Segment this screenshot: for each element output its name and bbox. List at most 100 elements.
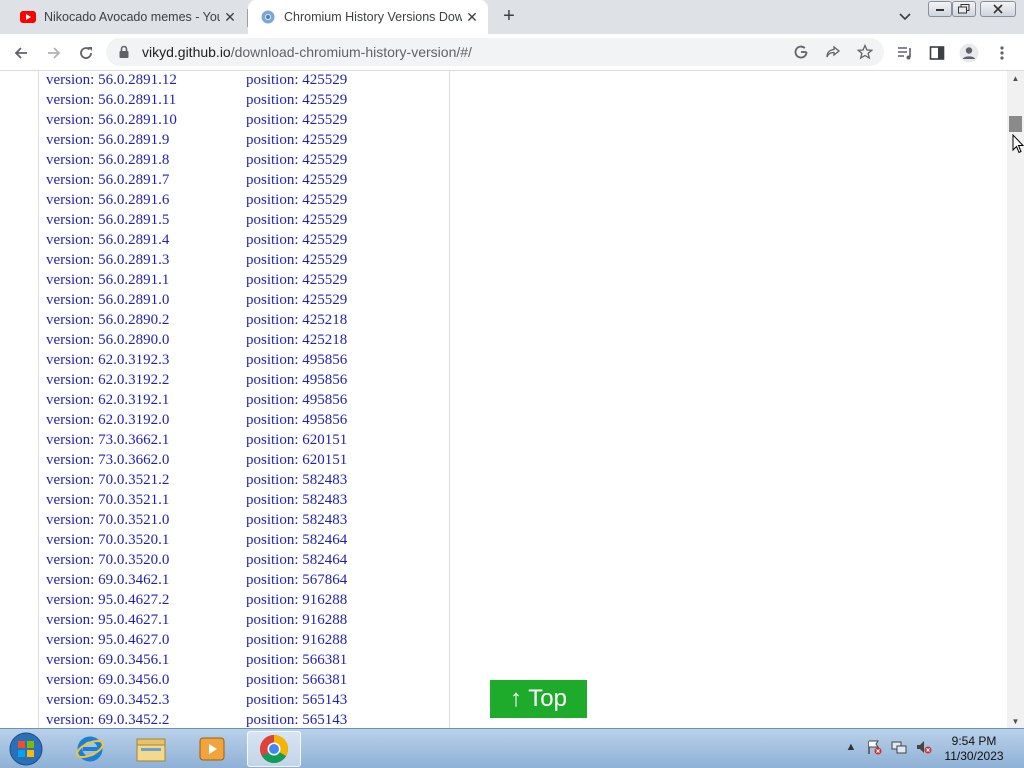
- version-link[interactable]: version: 69.0.3456.0: [46, 672, 169, 689]
- media-control-icon[interactable]: [892, 40, 918, 66]
- position-link[interactable]: position: 620151: [246, 432, 347, 449]
- address-bar[interactable]: vikyd.github.io/download-chromium-histor…: [106, 38, 884, 66]
- version-link[interactable]: version: 62.0.3192.0: [46, 412, 169, 429]
- chevron-down-icon[interactable]: [895, 7, 915, 27]
- version-link[interactable]: version: 70.0.3520.1: [46, 532, 169, 549]
- position-link[interactable]: position: 565143: [246, 712, 347, 728]
- version-link[interactable]: version: 95.0.4627.1: [46, 612, 169, 629]
- scroll-up-arrow-icon[interactable]: ▲: [1007, 71, 1024, 85]
- share-icon[interactable]: [824, 43, 842, 61]
- version-link[interactable]: version: 56.0.2891.12: [46, 72, 177, 89]
- google-icon[interactable]: [792, 43, 810, 61]
- position-link[interactable]: position: 425529: [246, 152, 347, 169]
- version-link[interactable]: version: 62.0.3192.3: [46, 352, 169, 369]
- position-link[interactable]: position: 425529: [246, 252, 347, 269]
- position-link[interactable]: position: 566381: [246, 672, 347, 689]
- forward-button[interactable]: [41, 40, 67, 66]
- bookmark-star-icon[interactable]: [856, 43, 874, 61]
- version-link[interactable]: version: 56.0.2891.3: [46, 252, 169, 269]
- version-link[interactable]: version: 95.0.4627.0: [46, 632, 169, 649]
- position-link[interactable]: position: 425529: [246, 292, 347, 309]
- file-explorer-icon[interactable]: [124, 731, 178, 767]
- position-link[interactable]: position: 425529: [246, 92, 347, 109]
- internet-explorer-icon[interactable]: [63, 731, 117, 767]
- action-center-flag-icon[interactable]: [866, 739, 882, 755]
- position-link[interactable]: position: 582483: [246, 512, 347, 529]
- version-link[interactable]: version: 56.0.2890.0: [46, 332, 169, 349]
- version-link[interactable]: version: 73.0.3662.1: [46, 432, 169, 449]
- reload-button[interactable]: [73, 40, 99, 66]
- position-link[interactable]: position: 566381: [246, 652, 347, 669]
- scroll-thumb[interactable]: [1009, 116, 1022, 132]
- position-link[interactable]: position: 916288: [246, 632, 347, 649]
- tab-chromium-history[interactable]: Chromium History Versions Download ✕: [248, 0, 488, 34]
- chrome-icon[interactable]: [247, 731, 301, 767]
- version-link[interactable]: version: 69.0.3462.1: [46, 572, 169, 589]
- position-link[interactable]: position: 916288: [246, 592, 347, 609]
- position-link[interactable]: position: 425529: [246, 132, 347, 149]
- position-link[interactable]: position: 425529: [246, 192, 347, 209]
- position-link[interactable]: position: 425218: [246, 312, 347, 329]
- close-icon[interactable]: ✕: [462, 7, 482, 27]
- version-link[interactable]: version: 56.0.2891.9: [46, 132, 169, 149]
- back-to-top-button[interactable]: ↑ Top: [490, 680, 587, 718]
- url-text[interactable]: vikyd.github.io/download-chromium-histor…: [142, 44, 472, 60]
- restore-button[interactable]: [952, 1, 976, 17]
- profile-avatar-icon[interactable]: [956, 40, 982, 66]
- version-link[interactable]: version: 56.0.2891.5: [46, 212, 169, 229]
- position-link[interactable]: position: 425529: [246, 172, 347, 189]
- version-link[interactable]: version: 56.0.2891.11: [46, 92, 176, 109]
- position-link[interactable]: position: 425529: [246, 72, 347, 89]
- page-scrollbar[interactable]: ▲ ▼: [1007, 71, 1024, 728]
- position-link[interactable]: position: 582464: [246, 532, 347, 549]
- version-link[interactable]: version: 56.0.2891.8: [46, 152, 169, 169]
- system-clock[interactable]: 9:54 PM 11/30/2023: [938, 734, 1010, 764]
- version-link[interactable]: version: 56.0.2891.10: [46, 112, 177, 129]
- position-link[interactable]: position: 582483: [246, 492, 347, 509]
- scroll-down-arrow-icon[interactable]: ▼: [1007, 714, 1024, 728]
- version-link[interactable]: version: 95.0.4627.2: [46, 592, 169, 609]
- version-link[interactable]: version: 56.0.2891.4: [46, 232, 169, 249]
- version-link[interactable]: version: 56.0.2890.2: [46, 312, 169, 329]
- position-link[interactable]: position: 916288: [246, 612, 347, 629]
- version-link[interactable]: version: 70.0.3520.0: [46, 552, 169, 569]
- position-link[interactable]: position: 582464: [246, 552, 347, 569]
- position-link[interactable]: position: 425529: [246, 112, 347, 129]
- version-link[interactable]: version: 56.0.2891.1: [46, 272, 169, 289]
- lock-icon[interactable]: [116, 44, 132, 60]
- version-link[interactable]: version: 69.0.3452.2: [46, 712, 169, 728]
- minimize-button[interactable]: [928, 1, 952, 17]
- side-panel-icon[interactable]: [924, 40, 950, 66]
- position-link[interactable]: position: 425529: [246, 232, 347, 249]
- volume-muted-icon[interactable]: [916, 739, 932, 755]
- version-link[interactable]: version: 73.0.3662.0: [46, 452, 169, 469]
- version-link[interactable]: version: 62.0.3192.1: [46, 392, 169, 409]
- tab-youtube[interactable]: Nikocado Avocado memes - YouTube ✕: [8, 0, 246, 34]
- version-link[interactable]: version: 70.0.3521.2: [46, 472, 169, 489]
- version-link[interactable]: version: 70.0.3521.0: [46, 512, 169, 529]
- position-link[interactable]: position: 495856: [246, 372, 347, 389]
- version-link[interactable]: version: 70.0.3521.1: [46, 492, 169, 509]
- close-window-button[interactable]: [980, 1, 1016, 17]
- version-link[interactable]: version: 62.0.3192.2: [46, 372, 169, 389]
- position-link[interactable]: position: 567864: [246, 572, 347, 589]
- show-hidden-icons-icon[interactable]: ▲: [843, 739, 859, 755]
- position-link[interactable]: position: 620151: [246, 452, 347, 469]
- position-link[interactable]: position: 565143: [246, 692, 347, 709]
- version-link[interactable]: version: 56.0.2891.0: [46, 292, 169, 309]
- version-link[interactable]: version: 69.0.3456.1: [46, 652, 169, 669]
- position-link[interactable]: position: 495856: [246, 412, 347, 429]
- start-button[interactable]: [6, 730, 46, 768]
- position-link[interactable]: position: 582483: [246, 472, 347, 489]
- close-icon[interactable]: ✕: [220, 7, 240, 27]
- menu-kebab-icon[interactable]: [989, 40, 1015, 66]
- back-button[interactable]: [8, 40, 34, 66]
- version-link[interactable]: version: 56.0.2891.7: [46, 172, 169, 189]
- new-tab-button[interactable]: +: [498, 5, 520, 27]
- version-link[interactable]: version: 69.0.3452.3: [46, 692, 169, 709]
- position-link[interactable]: position: 425529: [246, 272, 347, 289]
- position-link[interactable]: position: 495856: [246, 392, 347, 409]
- position-link[interactable]: position: 425218: [246, 332, 347, 349]
- media-player-icon[interactable]: [185, 731, 239, 767]
- position-link[interactable]: position: 425529: [246, 212, 347, 229]
